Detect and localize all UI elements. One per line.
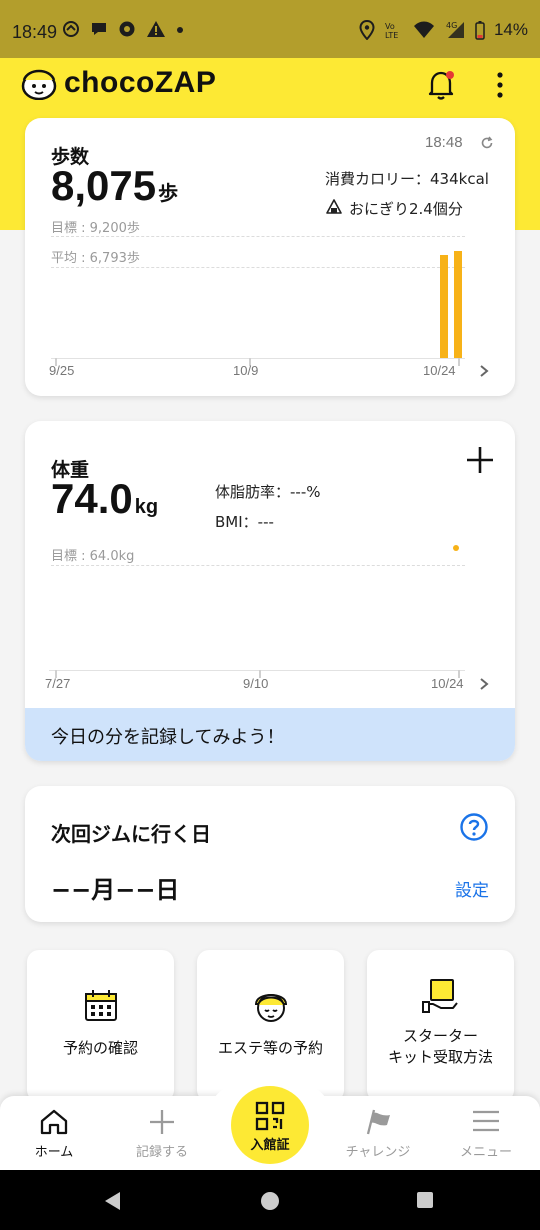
tile-label-line1: スターター — [402, 1027, 478, 1045]
steps-x-label: 10/24 — [423, 363, 456, 378]
system-navigation-bar — [0, 1170, 540, 1230]
tile-label: 予約の確認 — [62, 1039, 138, 1057]
next-gym-title: 次回ジムに行く日 — [51, 822, 211, 846]
steps-updated-time: 18:48 — [425, 134, 463, 151]
chocozap-mascot-icon — [21, 69, 57, 100]
calendar-icon — [84, 990, 117, 1021]
weight-x-label: 9/10 — [243, 676, 269, 691]
nav-entry-pass-button[interactable]: 入館証 — [231, 1086, 309, 1164]
steps-x-label: 9/25 — [49, 363, 75, 378]
status-bar: 18:49 Vo LTE 4G 14% — [0, 0, 540, 58]
home-button-icon[interactable] — [260, 1191, 280, 1211]
nav-menu[interactable]: メニュー — [432, 1096, 540, 1170]
steps-goal-line — [51, 236, 465, 237]
body-fat-rate: 体脂肪率：---% — [215, 483, 321, 501]
steps-value: 8,075 — [51, 162, 157, 209]
tile-label: エステ等の予約 — [217, 1039, 323, 1057]
face-towel-icon — [254, 994, 287, 1022]
steps-bar — [454, 250, 462, 358]
steps-average-line — [51, 267, 465, 268]
tile-starter-kit[interactable]: スターター キット受取方法 — [367, 950, 514, 1102]
set-date-link[interactable]: 設定 — [455, 876, 489, 901]
weight-x-axis — [49, 670, 465, 671]
home-icon — [40, 1109, 68, 1135]
steps-average-label: 平均 : 6,793歩 — [51, 251, 140, 266]
weight-x-label: 7/27 — [45, 676, 71, 691]
app-logo: chocoZAP — [20, 66, 216, 100]
chevron-right-icon[interactable] — [477, 364, 491, 378]
chat-icon — [92, 23, 106, 35]
weight-point — [453, 545, 459, 551]
steps-goal-label: 目標 : 9,200歩 — [51, 221, 140, 236]
battery-icon — [475, 21, 485, 40]
svg-text:LTE: LTE — [385, 31, 398, 40]
steps-bar — [440, 254, 448, 358]
weight-unit: kg — [134, 496, 159, 518]
nav-home[interactable]: ホーム — [0, 1096, 108, 1170]
steps-calories: 消費カロリー：434kcal — [325, 170, 489, 188]
more-menu-icon[interactable] — [492, 70, 508, 100]
status-time: 18:49 — [12, 22, 58, 42]
weight-value: 74.0 — [51, 475, 133, 522]
package-hand-icon — [421, 979, 458, 1013]
svg-text:4G: 4G — [446, 21, 457, 30]
signal-icon: 4G — [446, 21, 464, 38]
nav-challenge[interactable]: チャレンジ — [324, 1096, 432, 1170]
steps-onigiri: おにぎり2.4個分 — [349, 200, 463, 218]
steps-unit: 歩 — [158, 183, 179, 205]
tile-esthe-reservation[interactable]: エステ等の予約 — [197, 950, 344, 1102]
svg-text:Vo: Vo — [385, 22, 395, 31]
logo-text: chocoZAP — [64, 66, 217, 99]
chrome-icon — [119, 21, 135, 37]
recents-icon[interactable] — [416, 1191, 434, 1209]
nav-label: チャレンジ — [345, 1145, 411, 1160]
weight-card[interactable]: 体重 74.0 kg 体脂肪率：---% BMI：--- 目標 : 64.0kg … — [25, 421, 515, 761]
nav-label: 記録する — [135, 1145, 188, 1160]
plus-icon — [150, 1110, 174, 1134]
tile-reservation-check[interactable]: 予約の確認 — [27, 950, 174, 1102]
record-prompt-banner[interactable]: 今日の分を記録してみよう！ — [25, 708, 515, 761]
next-gym-date: −−月−−日 — [51, 876, 180, 904]
dot-icon — [177, 27, 183, 33]
qr-code-icon — [255, 1101, 285, 1131]
hamburger-icon — [473, 1110, 499, 1132]
help-icon[interactable] — [459, 812, 489, 842]
location-icon — [359, 20, 375, 40]
tile-label-line2: キット受取方法 — [387, 1048, 493, 1066]
volte-icon: VoLTE — [385, 22, 398, 40]
nav-record[interactable]: 記録する — [108, 1096, 216, 1170]
bmi-value: BMI：--- — [215, 513, 274, 531]
add-weight-icon[interactable] — [465, 445, 495, 475]
next-gym-day-card: 次回ジムに行く日 −−月−−日 設定 — [25, 786, 515, 922]
steps-x-label: 10/9 — [233, 363, 259, 378]
weight-x-label: 10/24 — [431, 676, 464, 691]
bell-icon[interactable] — [424, 68, 458, 102]
wifi-icon — [413, 21, 434, 38]
flag-icon — [366, 1109, 390, 1135]
notification-app-icon — [63, 21, 79, 37]
x-tick — [458, 358, 460, 366]
steps-x-axis — [51, 358, 465, 359]
nav-label: ホーム — [34, 1145, 74, 1160]
warning-icon — [147, 21, 165, 37]
onigiri-icon — [326, 199, 342, 214]
nav-label: メニュー — [459, 1145, 512, 1160]
refresh-icon[interactable] — [480, 136, 494, 150]
weight-goal-label: 目標 : 64.0kg — [51, 549, 135, 564]
steps-card[interactable]: 歩数 8,075 歩 18:48 消費カロリー：434kcal おにぎり2.4個分… — [25, 118, 515, 396]
chevron-right-icon[interactable] — [477, 677, 491, 691]
weight-goal-line — [51, 565, 465, 566]
back-icon[interactable] — [102, 1190, 122, 1212]
battery-percent: 14% — [493, 20, 528, 39]
nav-label: 入館証 — [250, 1138, 290, 1153]
